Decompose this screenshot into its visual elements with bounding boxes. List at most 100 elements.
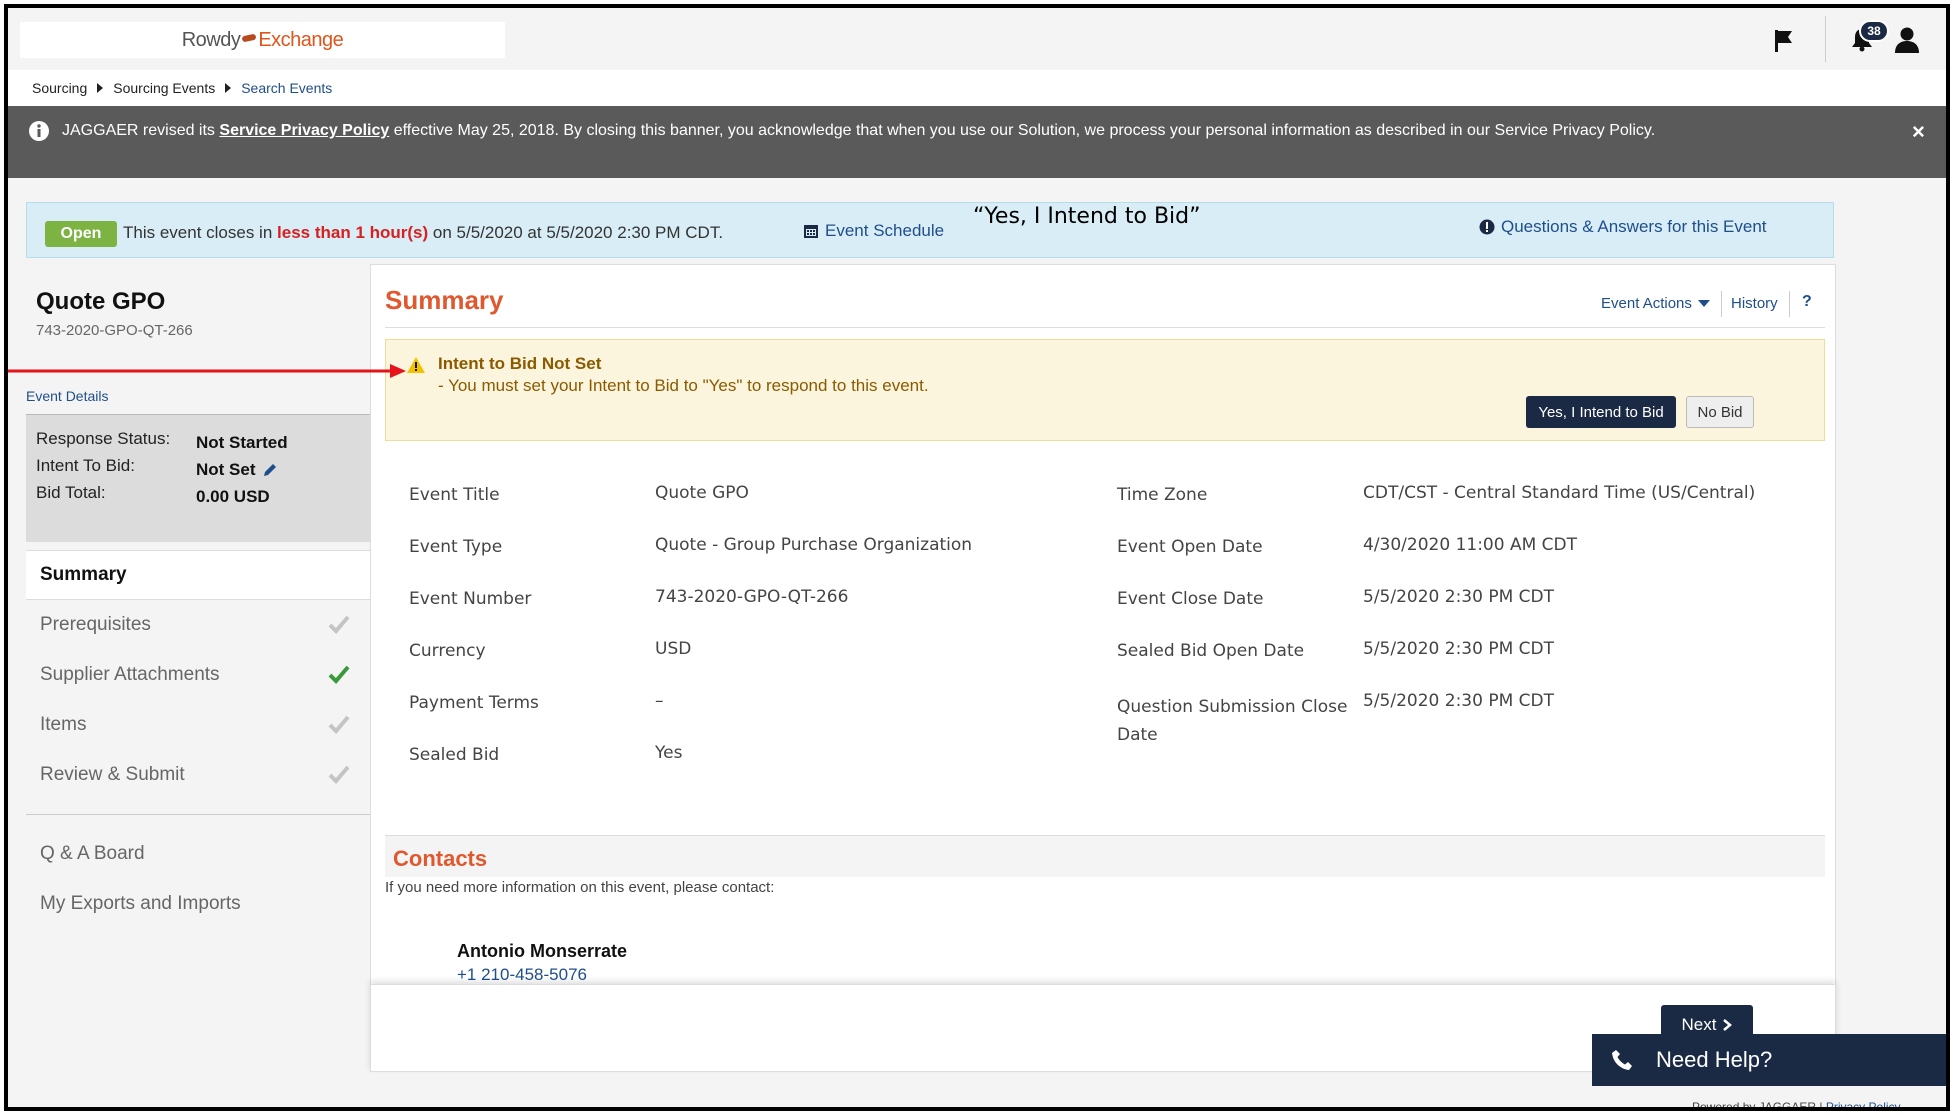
service-privacy-policy-link[interactable]: Service Privacy Policy [219, 122, 389, 139]
intend-to-bid-button[interactable]: Yes, I Intend to Bid [1526, 396, 1676, 428]
flag-icon[interactable] [1772, 28, 1796, 54]
field-value: CDT/CST - Central Standard Time (US/Cent… [1363, 483, 1756, 503]
field-value: Quote - Group Purchase Organization [655, 535, 973, 555]
field-value: 5/5/2020 2:30 PM CDT [1363, 587, 1555, 607]
field-value: USD [655, 639, 692, 659]
summary-panel: Summary Event Actions History ? Intent t… [370, 264, 1836, 994]
sidebar-nav: Summary Prerequisites Supplier Attachmen… [26, 550, 380, 929]
calendar-icon [804, 225, 818, 238]
field-value: 5/5/2020 2:30 PM CDT [1363, 691, 1555, 711]
app-frame: Rowdy Exchange 38 Sourcing Sourcing Even… [4, 4, 1950, 1111]
field-label: Payment Terms [409, 693, 539, 713]
sidebar-item-supplier-attachments[interactable]: Supplier Attachments [26, 650, 380, 700]
sidebar-item-label: Prerequisites [40, 614, 151, 635]
sidebar-item-items[interactable]: Items [26, 700, 380, 750]
caret-right-icon [97, 83, 104, 93]
response-status-label: Response Status: [36, 429, 171, 448]
sidebar-item-label: Items [40, 714, 87, 735]
intent-to-bid-text: Not Set [196, 459, 256, 479]
field-label: Event Type [409, 537, 503, 557]
bid-total-value: 0.00 USD [196, 486, 270, 506]
close-banner-button[interactable]: × [1912, 120, 1925, 143]
pencil-icon[interactable] [262, 462, 278, 478]
field-value: 5/5/2020 2:30 PM CDT [1363, 639, 1555, 659]
header-divider [1825, 16, 1826, 62]
breadcrumb-sourcing[interactable]: Sourcing [32, 80, 87, 96]
annotation-callout: “Yes, I Intend to Bid” [973, 204, 1201, 229]
contacts-header: Contacts [385, 835, 1825, 877]
top-bar: Rowdy Exchange 38 [8, 8, 1946, 70]
contacts-description: If you need more information on this eve… [385, 879, 775, 896]
check-icon [328, 715, 350, 734]
sidebar-item-review-submit[interactable]: Review & Submit [26, 750, 380, 800]
sidebar-divider [26, 814, 380, 815]
sidebar-item-summary[interactable]: Summary [26, 550, 380, 600]
logo-text-rowdy: Rowdy [181, 28, 241, 51]
notification-badge[interactable]: 38 [1859, 20, 1889, 42]
no-bid-button[interactable]: No Bid [1686, 396, 1754, 428]
privacy-banner-text: JAGGAER revised its Service Privacy Poli… [62, 119, 1842, 142]
field-value: Yes [655, 743, 683, 763]
event-schedule-label: Event Schedule [825, 221, 945, 240]
sidebar-item-qa-board[interactable]: Q & A Board [26, 829, 380, 879]
bid-total-row: Bid Total: 0.00 USD [36, 483, 370, 510]
header-separator [1721, 291, 1722, 317]
contact-name: Antonio Monserrate [457, 941, 628, 961]
status-badge: Open [45, 221, 117, 247]
sidebar-item-label: Supplier Attachments [40, 664, 220, 685]
field-label: Time Zone [1117, 485, 1208, 505]
field-value: – [655, 691, 664, 711]
event-details-link[interactable]: Event Details [26, 388, 108, 404]
title-divider [385, 327, 1825, 328]
field-label: Sealed Bid [409, 745, 500, 765]
field-label: Event Number [409, 589, 532, 609]
breadcrumb-sourcing-events[interactable]: Sourcing Events [113, 80, 215, 96]
bid-total-label: Bid Total: [36, 483, 106, 502]
logo-mark-icon [241, 33, 257, 43]
field-value: Quote GPO [655, 483, 749, 503]
privacy-text-before: JAGGAER revised its [62, 122, 215, 139]
logo[interactable]: Rowdy Exchange [20, 22, 505, 58]
field-label: Sealed Bid Open Date [1117, 641, 1305, 661]
phone-icon [1612, 1050, 1632, 1070]
intent-to-bid-row: Intent To Bid: Not Set [36, 456, 370, 483]
sidebar-item-exports-imports[interactable]: My Exports and Imports [26, 879, 380, 929]
sidebar-item-label: Q & A Board [40, 843, 145, 864]
field-value: 4/30/2020 11:00 AM CDT [1363, 535, 1578, 555]
warning-title: Intent to Bid Not Set [438, 354, 602, 373]
user-icon[interactable] [1894, 26, 1920, 54]
info-icon [29, 121, 49, 141]
caret-down-icon [1697, 299, 1710, 307]
field-label: Event Open Date [1117, 537, 1263, 557]
sidebar-item-label: My Exports and Imports [40, 893, 241, 914]
sidebar: Quote GPO 743-2020-GPO-QT-266 Event Deta… [26, 272, 380, 1072]
history-link[interactable]: History [1731, 295, 1778, 312]
event-number: 743-2020-GPO-QT-266 [36, 322, 193, 339]
response-summary: Response Status: Not Started Intent To B… [26, 414, 380, 542]
questions-answers-link[interactable]: Questions & Answers for this Event [1479, 217, 1767, 237]
field-label: Question Submission Close Date [1117, 697, 1348, 745]
breadcrumb: Sourcing Sourcing Events Search Events [8, 70, 1946, 106]
close-notice-prefix: This event closes in [123, 223, 273, 242]
powered-by-footer: Powered by JAGGAER | Privacy Policy [1692, 1100, 1901, 1107]
logo-text-exchange: Exchange [258, 28, 344, 51]
intent-to-bid-label: Intent To Bid: [36, 456, 135, 475]
need-help-button[interactable]: Need Help? [1592, 1034, 1946, 1086]
privacy-policy-link[interactable]: Privacy Policy [1826, 1100, 1901, 1107]
sidebar-item-prerequisites[interactable]: Prerequisites [26, 600, 380, 650]
page-title: Summary [385, 285, 504, 315]
breadcrumb-search-events[interactable]: Search Events [241, 80, 332, 96]
event-title: Quote GPO [36, 288, 166, 315]
event-actions-dropdown[interactable]: Event Actions [1601, 295, 1710, 312]
warning-message: - You must set your Intent to Bid to "Ye… [438, 376, 929, 395]
sidebar-item-label: Review & Submit [40, 764, 185, 785]
field-label: Event Title [409, 485, 500, 505]
next-label: Next [1681, 1015, 1717, 1034]
intent-warning-alert: Intent to Bid Not Set - You must set you… [385, 339, 1825, 441]
warning-icon [407, 357, 425, 373]
need-help-label: Need Help? [1656, 1047, 1773, 1072]
annotation-arrow-icon [8, 364, 406, 378]
contact-phone-link[interactable]: +1 210-458-5076 [457, 965, 587, 985]
event-schedule-link[interactable]: Event Schedule [803, 221, 944, 241]
help-button[interactable]: ? [1802, 293, 1812, 311]
